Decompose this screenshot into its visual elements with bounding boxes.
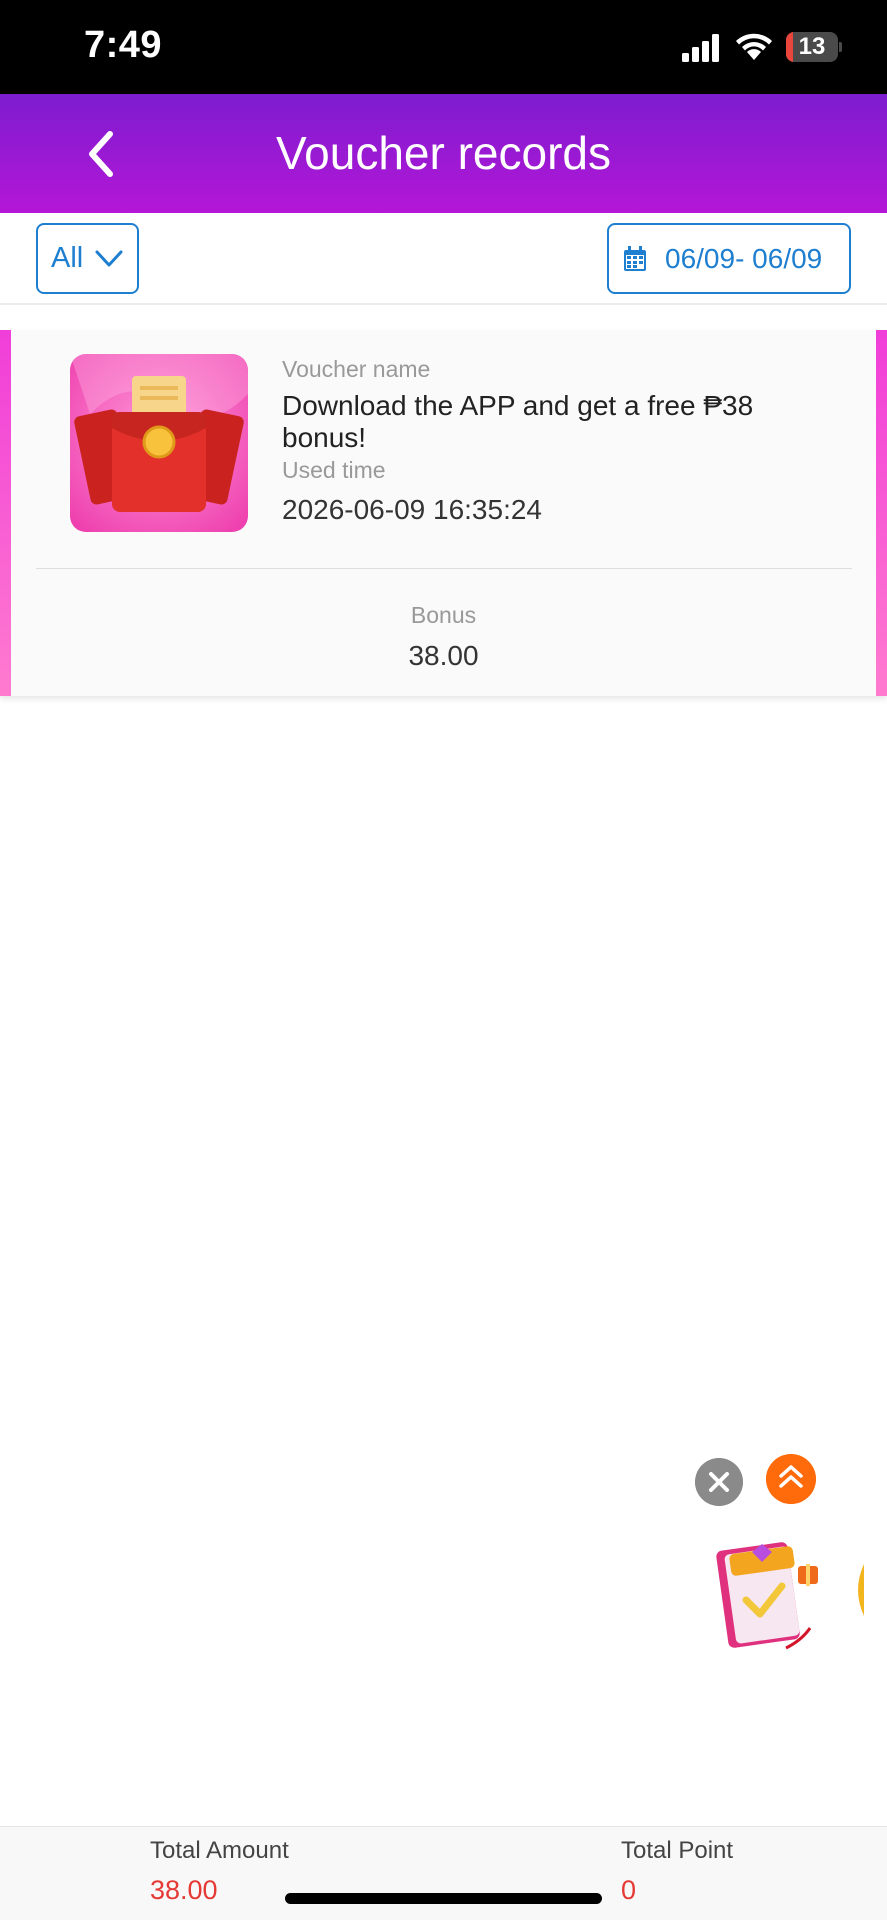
home-indicator: [285, 1893, 602, 1904]
promo-coin-icon: [858, 1564, 864, 1616]
voucher-record-card: Voucher name Download the APP and get a …: [0, 330, 887, 696]
card-divider: [36, 568, 852, 569]
promo-gift-icon[interactable]: [716, 1536, 836, 1656]
type-filter-dropdown[interactable]: All: [36, 223, 139, 294]
total-point-value: 0: [621, 1875, 637, 1905]
chevron-down-icon: [95, 250, 123, 267]
total-amount-label: Total Amount: [150, 1837, 289, 1864]
voucher-name-label: Voucher name: [282, 356, 431, 382]
used-time-value: 2026-06-09 16:35:24: [282, 494, 542, 525]
signal-icon: [682, 34, 719, 62]
battery-icon: 13: [786, 32, 842, 62]
total-amount-value: 38.00: [150, 1875, 218, 1905]
battery-level-text: 13: [798, 33, 826, 60]
bonus-value: 38.00: [408, 640, 479, 671]
date-range-label: 06/09- 06/09: [665, 243, 823, 274]
status-bar: 7:49 13: [0, 0, 887, 94]
date-range-picker[interactable]: 06/09- 06/09: [607, 223, 851, 294]
status-time: 7:49: [84, 24, 163, 66]
bonus-label: Bonus: [410, 602, 477, 628]
total-point-label: Total Point: [621, 1837, 734, 1864]
voucher-name-value: Download the APP and get a free ₱38 bonu…: [282, 390, 754, 453]
used-time-label: Used time: [282, 457, 386, 483]
wifi-icon: [736, 33, 772, 60]
filter-bar: All 06/09- 06/09: [0, 213, 887, 305]
app-header: Voucher records: [0, 94, 887, 213]
totals-footer: Total Amount 38.00 Total Point 0: [0, 1826, 887, 1920]
type-filter-label: All: [51, 242, 84, 274]
calendar-icon: [624, 246, 646, 271]
double-chevron-up-icon[interactable]: [766, 1454, 816, 1504]
close-icon[interactable]: [695, 1458, 743, 1506]
page-title: Voucher records: [276, 127, 611, 179]
red-envelope-icon: [70, 354, 248, 532]
